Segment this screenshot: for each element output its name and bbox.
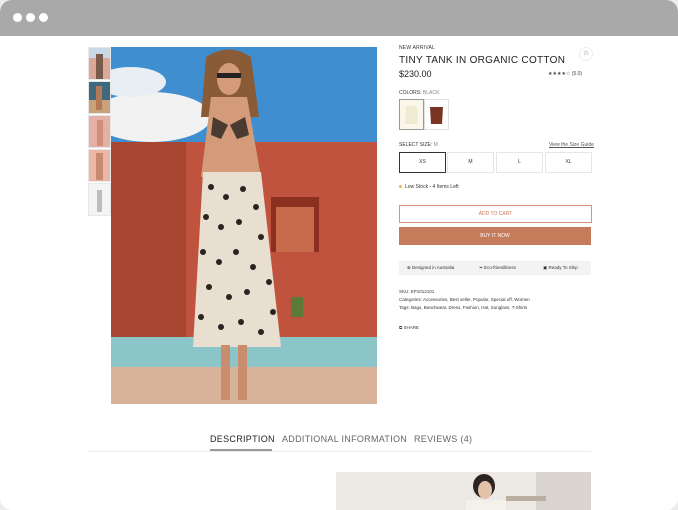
thumbnail-5[interactable]: [88, 183, 111, 216]
swatch-image: [425, 100, 448, 129]
product-photo: [111, 47, 377, 404]
rating-stars-icon: ★★★★☆: [548, 71, 571, 77]
size-label-text: SELECT SIZE:: [399, 142, 433, 148]
feature-label: Designed in Australia: [412, 265, 455, 270]
thumbnail-image: [89, 116, 110, 147]
thumbnail-image: [89, 184, 110, 215]
feature-item: ▣ Ready To Ship: [543, 261, 578, 275]
feature-label: Eco-friendliness: [484, 265, 517, 270]
colors-label: COLORS: BLACK: [399, 90, 439, 96]
share-label: SHARE: [403, 325, 419, 330]
window-titlebar: [0, 0, 678, 36]
product-main-image: [111, 47, 377, 404]
thumbnail-3[interactable]: [88, 115, 111, 148]
tab-reviews[interactable]: REVIEWS (4): [414, 434, 472, 444]
color-value: BLACK: [422, 90, 440, 96]
new-arrival-badge: NEW ARRIVAL: [399, 45, 436, 51]
size-label: SELECT SIZE: M: [399, 142, 438, 148]
thumbnail-image: [89, 48, 110, 79]
product-sku: SKU: EP1012101: [399, 289, 435, 294]
rating-count: (5.0): [571, 71, 583, 77]
size-option-xs[interactable]: XS: [399, 152, 446, 173]
product-title: TINY TANK IN ORGANIC COTTON: [399, 55, 566, 66]
window-control-dot[interactable]: [39, 13, 48, 22]
size-value: M: [433, 142, 438, 148]
product-tags: Tags: Bags, Beachwear, Dress, Fashion, H…: [399, 305, 528, 310]
browser-window: NEW ARRIVAL ☆ TINY TANK IN ORGANIC COTTO…: [0, 0, 678, 510]
product-categories: Categories: Accessories, Best seller, Po…: [399, 297, 530, 302]
colors-label-text: COLORS:: [399, 90, 422, 96]
wishlist-star-button[interactable]: ☆: [579, 47, 593, 61]
size-option-m[interactable]: M: [447, 152, 494, 173]
buy-now-button[interactable]: BUY IT NOW: [399, 227, 591, 245]
size-option-xl[interactable]: XL: [545, 152, 592, 173]
star-icon: ☆: [582, 50, 590, 57]
thumbnail-2[interactable]: [88, 81, 111, 114]
stock-text: Low Stock - 4 Items Left: [405, 184, 459, 190]
product-rating: ★★★★☆ (5.0): [548, 71, 582, 77]
size-guide-link[interactable]: View the Size Guide: [549, 142, 594, 148]
description-image: [336, 472, 591, 510]
tab-additional-information[interactable]: ADDITIONAL INFORMATION: [282, 434, 407, 444]
stock-dot-icon: [399, 185, 402, 189]
stock-status: Low Stock - 4 Items Left: [399, 184, 459, 190]
feature-item: ⊕ Designed in Australia: [407, 261, 454, 275]
product-price: $230.00: [399, 69, 432, 79]
thumbnail-image: [89, 150, 110, 181]
feature-label: Ready To Ship: [548, 265, 578, 270]
tabs-divider: [88, 451, 591, 452]
feature-item: ❧ Eco-friendliness: [479, 261, 516, 275]
window-control-dot[interactable]: [26, 13, 35, 22]
swatch-image: [400, 100, 423, 129]
description-photo: [336, 472, 591, 510]
color-swatch-cream[interactable]: [399, 99, 424, 130]
features-bar: ⊕ Designed in Australia ❧ Eco-friendline…: [399, 261, 591, 275]
thumbnail-image: [89, 82, 110, 113]
size-option-l[interactable]: L: [496, 152, 543, 173]
thumbnail-4[interactable]: [88, 149, 111, 182]
color-swatch-brown[interactable]: [424, 99, 449, 130]
thumbnail-1[interactable]: [88, 47, 111, 80]
share-button[interactable]: ⧉ SHARE: [399, 325, 419, 330]
window-control-dot[interactable]: [13, 13, 22, 22]
tab-description[interactable]: DESCRIPTION: [210, 434, 275, 444]
add-to-cart-button[interactable]: ADD TO CART: [399, 205, 592, 223]
